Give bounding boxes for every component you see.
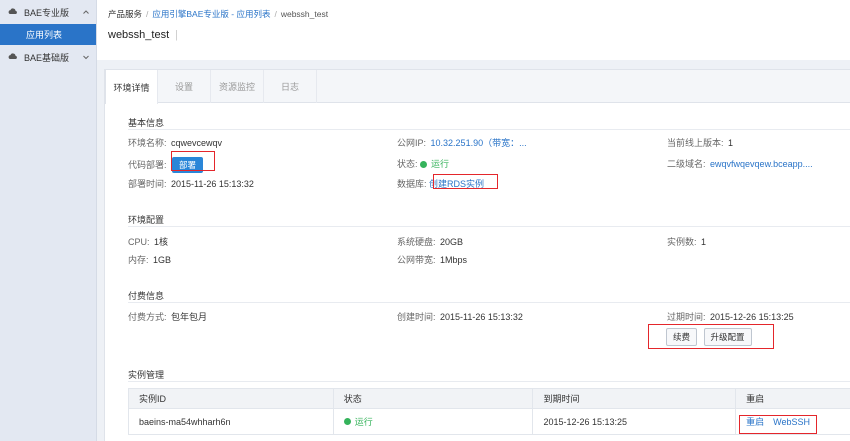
tab-label: 环境详情 <box>113 82 150 93</box>
field-label: 当前线上版本: <box>667 138 724 148</box>
cloud-icon <box>8 52 18 62</box>
field-value: 20GB <box>440 237 464 247</box>
title-divider: | <box>175 29 179 41</box>
page-header: 产品服务 / 应用引擎BAE专业版 - 应用列表 / webssh_test webss… <box>97 0 850 60</box>
section-title-env-config: 环境配置 <box>128 215 165 225</box>
highlight-box <box>171 151 215 171</box>
status-dot-icon <box>343 418 351 425</box>
sidebar-group-label: BAE基础版 <box>24 52 70 63</box>
divider <box>128 302 850 303</box>
field-label: 代码部署: <box>128 160 167 170</box>
section-title-basic: 基本信息 <box>128 118 165 128</box>
column-header: 到期时间 <box>533 389 737 408</box>
field-payment-method: 付费方式: 包年包月 <box>128 310 207 323</box>
breadcrumb-separator: / <box>274 9 277 19</box>
sidebar-item-label: 应用列表 <box>26 30 63 40</box>
field-bandwidth: 公网带宽: 1Mbps <box>397 253 467 266</box>
public-ip-value[interactable]: 10.32.251.90（带宽：... <box>431 138 527 148</box>
field-value: 1 <box>728 138 734 148</box>
field-status: 状态: 运行 <box>397 157 449 170</box>
page-title-text: webssh_test <box>108 29 170 41</box>
divider <box>128 226 850 227</box>
status-value: 运行 <box>354 417 373 427</box>
table-header: 实例ID 状态 到期时间 重启 <box>128 388 850 409</box>
field-value: 1Mbps <box>440 255 468 265</box>
sidebar-group-bae-pro[interactable]: BAE专业版 <box>0 0 96 24</box>
breadcrumb-current: webssh_test <box>280 9 329 19</box>
field-cpu: CPU: 1核 <box>128 235 168 248</box>
breadcrumb-app-list-link[interactable]: 应用引擎BAE专业版 - 应用列表 <box>152 9 270 19</box>
cloud-icon <box>8 7 18 17</box>
field-value: cqwevcewqv <box>171 138 223 148</box>
field-label: 公网带宽: <box>397 255 436 265</box>
field-label: 付费方式: <box>128 312 167 322</box>
tab-env-details[interactable]: 环境详情 <box>105 70 158 104</box>
column-header: 状态 <box>334 389 534 408</box>
tab-label: 设置 <box>174 82 193 92</box>
instance-id: baeins-ma54whharh6n <box>129 409 334 434</box>
tab-resource-monitor[interactable]: 资源监控 <box>211 70 264 103</box>
field-label: 二级域名: <box>667 159 706 169</box>
field-value: 1核 <box>154 237 169 247</box>
breadcrumb: 产品服务 / 应用引擎BAE专业版 - 应用列表 / webssh_test <box>108 8 328 20</box>
highlight-box <box>739 415 817 434</box>
field-online-version: 当前线上版本: 1 <box>667 136 733 149</box>
status-value: 运行 <box>431 159 450 169</box>
field-label: 系统硬盘: <box>397 237 436 247</box>
subdomain-link[interactable]: ewqvfwqevqew.bceapp.... <box>710 159 813 169</box>
field-env-name: 环境名称: cqwevcewqv <box>128 136 222 149</box>
breadcrumb-separator: / <box>146 9 149 19</box>
instance-status: 运行 <box>334 409 534 434</box>
tab-bar: 环境详情 设置 资源监控 日志 <box>105 70 850 104</box>
field-value: 包年包月 <box>171 312 208 322</box>
field-label: 实例数: <box>667 237 697 247</box>
field-value: 2015-11-26 15:13:32 <box>171 179 254 189</box>
divider <box>128 381 850 382</box>
field-label: 创建时间: <box>397 312 436 322</box>
field-label: 过期时间: <box>667 312 706 322</box>
highlight-box <box>648 324 774 349</box>
status-dot-icon <box>420 161 428 168</box>
sidebar: BAE专业版 应用列表 BAE基础版 <box>0 0 97 441</box>
field-label: CPU: <box>128 237 150 247</box>
field-label: 部署时间: <box>128 179 167 189</box>
field-expire-time: 过期时间: 2015-12-26 15:13:25 <box>667 310 794 323</box>
main-panel: 环境详情 设置 资源监控 日志 基本信息 环境名称: cqwevcewqv 代码… <box>104 69 850 441</box>
field-label: 公网IP: <box>397 138 427 148</box>
field-label: 数据库: <box>397 179 427 189</box>
field-label: 状态: <box>397 159 418 169</box>
field-created-time: 创建时间: 2015-11-26 15:13:32 <box>397 310 523 323</box>
field-memory: 内存: 1GB <box>128 253 171 266</box>
field-value: 2015-12-26 15:13:25 <box>710 312 794 322</box>
field-instance-count: 实例数: 1 <box>667 235 706 248</box>
tab-logs[interactable]: 日志 <box>264 70 317 103</box>
instance-expire: 2015-12-26 15:13:25 <box>533 409 737 434</box>
field-label: 环境名称: <box>128 138 167 148</box>
field-deploy-time: 部署时间: 2015-11-26 15:13:32 <box>128 177 254 190</box>
sidebar-group-label: BAE专业版 <box>24 7 70 18</box>
column-header: 实例ID <box>129 389 334 408</box>
field-system-disk: 系统硬盘: 20GB <box>397 235 463 248</box>
tab-label: 日志 <box>280 82 299 92</box>
sidebar-item-app-list[interactable]: 应用列表 <box>0 24 96 45</box>
section-title-billing: 付费信息 <box>128 291 165 301</box>
sidebar-group-bae-basic[interactable]: BAE基础版 <box>0 45 96 69</box>
field-public-ip: 公网IP: 10.32.251.90（带宽：... <box>397 136 527 149</box>
page-title: webssh_test | <box>108 29 178 41</box>
field-subdomain: 二级域名: ewqvfwqevqew.bceapp.... <box>667 157 813 170</box>
tab-settings[interactable]: 设置 <box>158 70 211 103</box>
field-value: 2015-11-26 15:13:32 <box>440 312 523 322</box>
divider <box>128 129 850 130</box>
field-label: 内存: <box>128 255 149 265</box>
field-value: 1 <box>701 237 707 247</box>
chevron-up-icon[interactable] <box>82 8 90 16</box>
tab-label: 资源监控 <box>218 82 255 92</box>
chevron-down-icon[interactable] <box>82 53 90 61</box>
highlight-box <box>433 174 498 189</box>
breadcrumb-root[interactable]: 产品服务 <box>108 9 142 19</box>
column-header: 重启 <box>746 394 765 404</box>
section-title-instances: 实例管理 <box>128 370 165 380</box>
field-value: 1GB <box>153 255 172 265</box>
